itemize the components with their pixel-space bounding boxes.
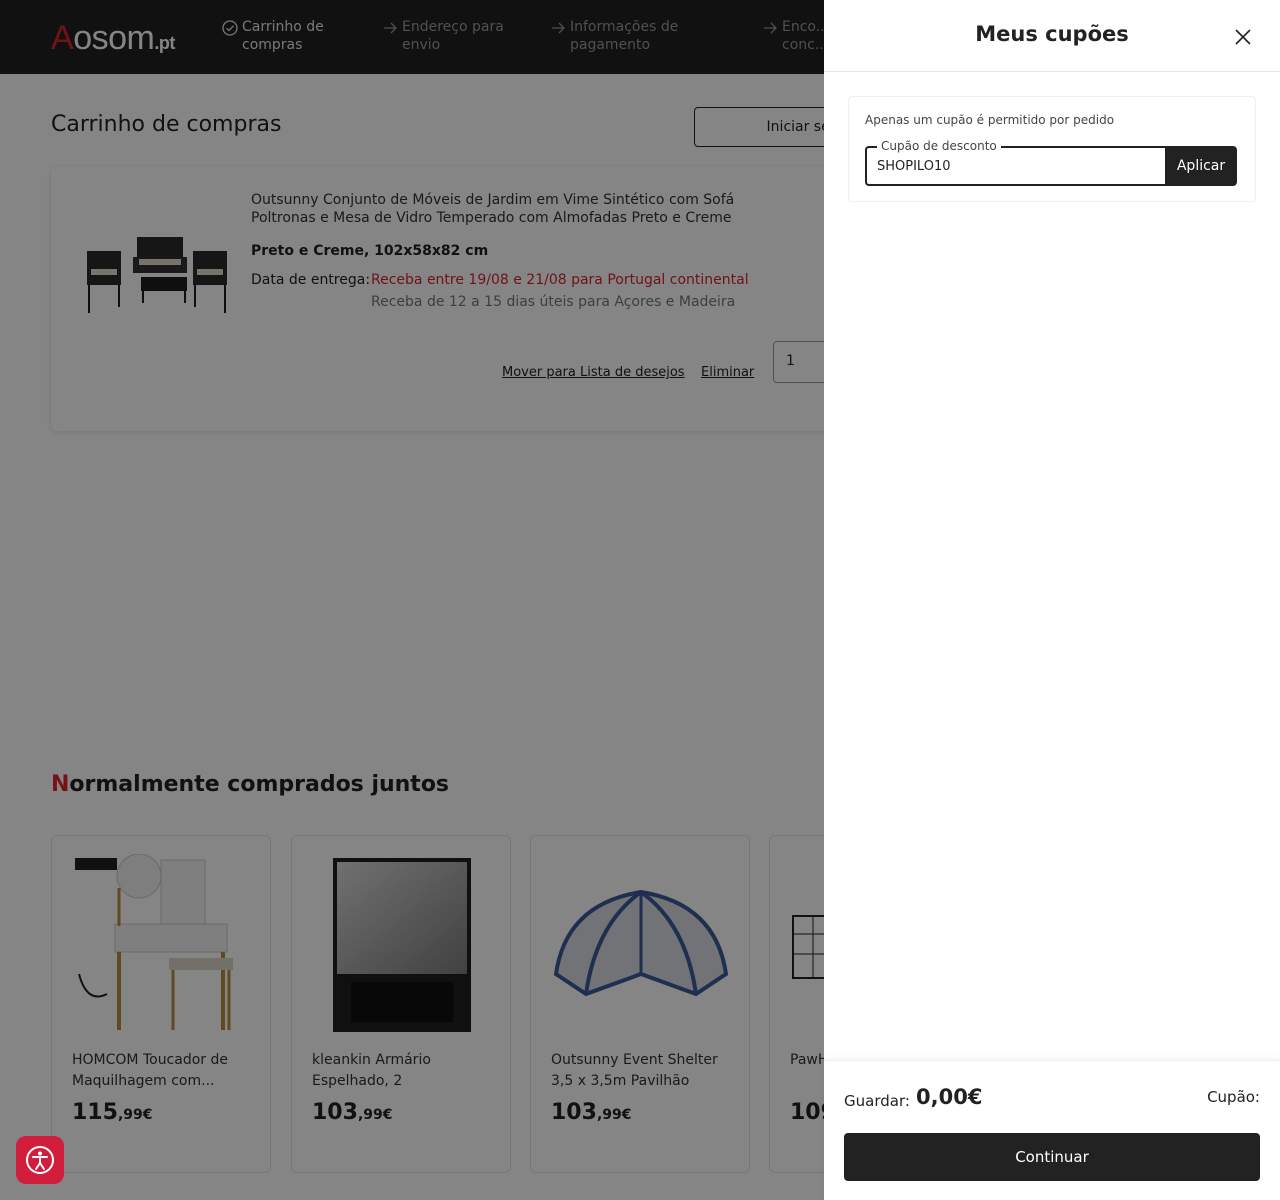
drawer-title: Meus cupões [975,22,1129,46]
close-icon[interactable] [1232,26,1254,48]
drawer-header: Meus cupões [824,0,1280,72]
savings-label: Guardar: [844,1092,910,1110]
coupon-field[interactable]: Cupão de desconto [865,139,1165,186]
coupon-input[interactable] [877,156,1147,176]
coupon-note: Apenas um cupão é permitido por pedido [865,113,1115,127]
accessibility-button[interactable] [16,1136,64,1184]
accessibility-icon [26,1146,54,1174]
coupon-form: Apenas um cupão é permitido por pedido C… [848,96,1256,202]
drawer-footer: Guardar: 0,00€ Cupão: Continuar [824,1060,1280,1200]
continue-button[interactable]: Continuar [844,1133,1260,1181]
coupon-field-label: Cupão de desconto [877,139,1001,153]
coupon-drawer: Meus cupões Apenas um cupão é permitido … [824,0,1280,1200]
apply-coupon-button[interactable]: Aplicar [1165,146,1237,186]
coupon-summary-label: Cupão: [1207,1088,1260,1106]
savings-value: 0,00€ [916,1085,983,1109]
